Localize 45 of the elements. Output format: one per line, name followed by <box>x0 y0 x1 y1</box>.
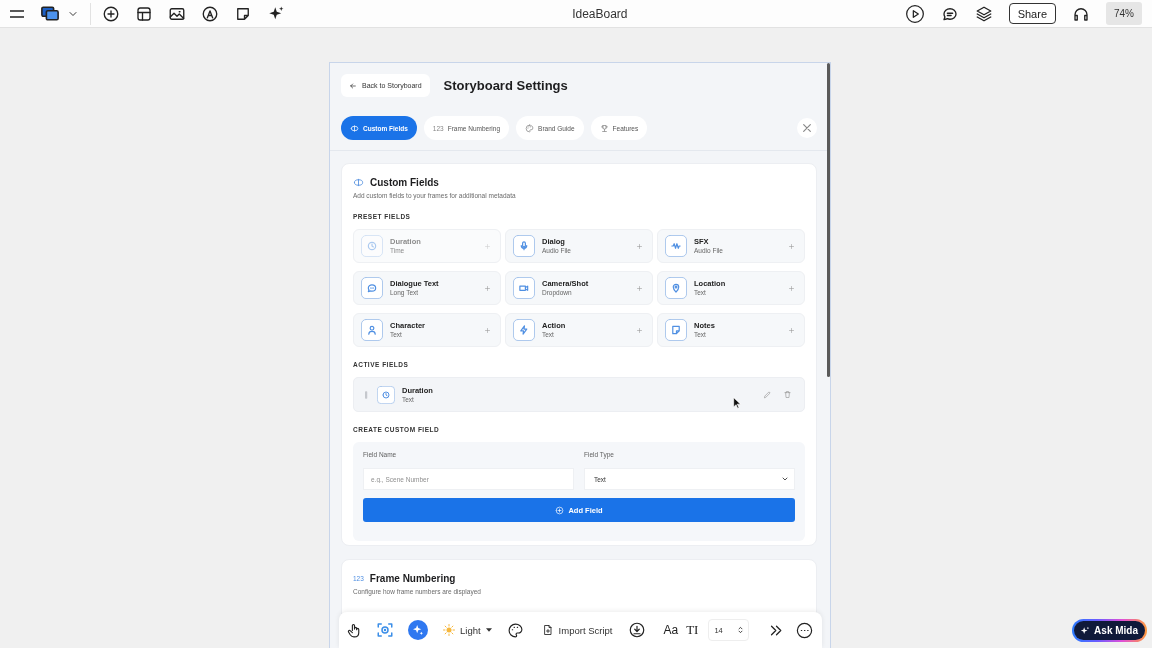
card-title: Custom Fields <box>370 176 439 188</box>
focus-icon[interactable] <box>376 621 394 639</box>
import-script-button[interactable]: Import Script <box>541 623 613 637</box>
theme-dropdown[interactable]: Light <box>443 620 492 640</box>
drag-handle-icon[interactable] <box>365 390 368 399</box>
video-camera-icon <box>513 277 535 299</box>
palette-icon <box>525 123 535 133</box>
chevron-down-icon <box>781 475 789 483</box>
lightning-icon <box>513 319 535 341</box>
download-icon[interactable] <box>628 621 647 639</box>
mouse-pointer-icon <box>733 397 741 409</box>
note-icon <box>665 319 687 341</box>
chat-bubble-icon <box>361 277 383 299</box>
field-icon <box>353 176 364 188</box>
more-icon[interactable] <box>795 620 815 640</box>
palette-icon[interactable] <box>506 621 524 639</box>
card-title: Frame Numbering <box>369 572 456 584</box>
waveform-icon <box>665 235 687 257</box>
layers-icon[interactable] <box>974 4 993 23</box>
microphone-icon <box>513 235 535 257</box>
add-icon[interactable] <box>102 4 120 23</box>
clock-icon <box>361 235 383 257</box>
board-logo-icon[interactable] <box>41 6 59 21</box>
person-icon <box>361 319 383 341</box>
page-title: Storyboard Settings <box>443 78 568 93</box>
clock-icon <box>377 385 395 404</box>
share-button[interactable]: Share <box>1008 3 1056 24</box>
font-button[interactable]: Aa <box>663 623 679 637</box>
app-title: IdeaBoard <box>572 6 628 21</box>
arrow-left-icon <box>349 81 357 90</box>
scrollbar[interactable] <box>827 63 830 377</box>
field-icon <box>350 123 359 133</box>
text-icon[interactable] <box>201 4 219 23</box>
ask-assistant-button[interactable]: Ask Mida <box>1072 619 1147 642</box>
layout-icon[interactable] <box>135 4 153 23</box>
menu-icon[interactable] <box>10 9 24 18</box>
sun-icon <box>443 624 455 636</box>
caret-icon <box>485 628 492 632</box>
map-pin-icon <box>665 277 687 299</box>
text-size-button[interactable]: TI <box>686 622 699 638</box>
play-icon[interactable] <box>904 3 925 24</box>
file-icon <box>541 623 554 637</box>
trophy-icon <box>599 123 609 133</box>
zoom-level-button[interactable]: 74% <box>1106 2 1142 25</box>
close-icon[interactable] <box>797 118 817 138</box>
